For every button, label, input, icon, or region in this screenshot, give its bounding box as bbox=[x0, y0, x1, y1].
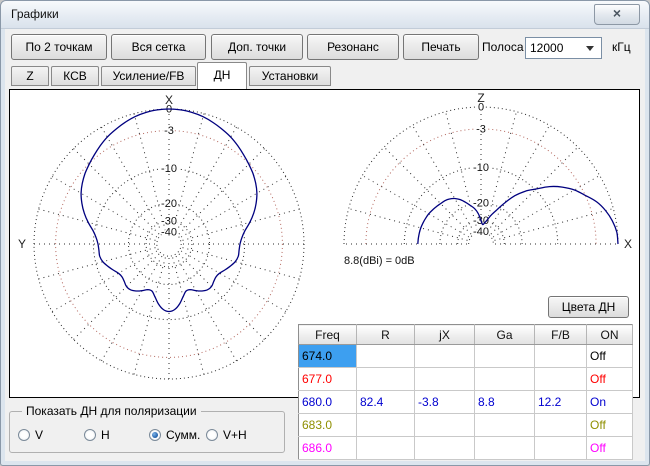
table-row[interactable]: 683.0 Off bbox=[299, 414, 633, 437]
cell-r[interactable] bbox=[357, 368, 415, 391]
tab-z[interactable]: Z bbox=[11, 66, 49, 86]
radio-v-plus-h[interactable]: V+H bbox=[206, 428, 247, 442]
cell-r[interactable] bbox=[357, 345, 415, 368]
radio-v[interactable]: V bbox=[18, 428, 43, 442]
col-fb: F/B bbox=[535, 325, 587, 345]
cell-ga[interactable] bbox=[475, 414, 535, 437]
chevron-down-icon[interactable] bbox=[586, 46, 594, 51]
cell-on[interactable]: Off bbox=[587, 414, 633, 437]
polarization-title: Показать ДН для поляризации bbox=[22, 404, 201, 418]
table-row[interactable]: 674.0 Off bbox=[299, 345, 633, 368]
cell-freq[interactable]: 674.0 bbox=[299, 345, 357, 368]
cell-jx[interactable] bbox=[415, 368, 475, 391]
cell-fb[interactable] bbox=[535, 368, 587, 391]
cell-on[interactable]: On bbox=[587, 391, 633, 414]
tab-pattern[interactable]: ДН bbox=[197, 62, 247, 89]
cell-freq[interactable]: 683.0 bbox=[299, 414, 357, 437]
title-bar[interactable]: Графики × bbox=[1, 1, 649, 29]
cell-r[interactable]: 82.4 bbox=[357, 391, 415, 414]
cell-freq[interactable]: 680.0 bbox=[299, 391, 357, 414]
cell-jx[interactable] bbox=[415, 414, 475, 437]
axis-label: Z bbox=[477, 91, 484, 105]
polarization-groupbox: Показать ДН для поляризации V H Сумм. V+… bbox=[9, 411, 285, 453]
table-header-row: Freq R jX Ga F/B ON bbox=[299, 325, 633, 345]
cell-freq[interactable]: 686.0 bbox=[299, 437, 357, 460]
cell-ga[interactable] bbox=[475, 345, 535, 368]
cell-ga[interactable] bbox=[475, 437, 535, 460]
col-jx: jX bbox=[415, 325, 475, 345]
band-label: Полоса bbox=[482, 40, 524, 54]
col-on: ON bbox=[587, 325, 633, 345]
table-row[interactable]: 680.0 82.4 -3.8 8.8 12.2 On bbox=[299, 391, 633, 414]
extra-points-button[interactable]: Доп. точки bbox=[211, 34, 303, 60]
pattern-colors-button[interactable]: Цвета ДН bbox=[548, 296, 629, 318]
whole-grid-button[interactable]: Вся сетка bbox=[111, 34, 206, 60]
cell-r[interactable] bbox=[357, 414, 415, 437]
polar-elevation-chart: 0-3-10-20-30-40ZX bbox=[344, 91, 632, 251]
cell-jx[interactable] bbox=[415, 437, 475, 460]
axis-label: Y bbox=[18, 237, 26, 251]
db-ring-label: -3 bbox=[164, 125, 174, 137]
band-value: 12000 bbox=[530, 41, 563, 55]
radio-circle-icon[interactable] bbox=[149, 429, 161, 441]
cell-jx[interactable]: -3.8 bbox=[415, 391, 475, 414]
band-unit-label: кГц bbox=[612, 40, 631, 54]
cell-fb[interactable] bbox=[535, 414, 587, 437]
db-ring-label: -10 bbox=[473, 162, 489, 174]
cell-on[interactable]: Off bbox=[587, 345, 633, 368]
polar-grid bbox=[34, 109, 304, 379]
by-2-points-button[interactable]: По 2 точкам bbox=[11, 34, 107, 60]
cell-ga[interactable]: 8.8 bbox=[475, 391, 535, 414]
cell-jx[interactable] bbox=[415, 345, 475, 368]
axis-label: X bbox=[624, 237, 632, 251]
radio-h[interactable]: H bbox=[84, 428, 110, 442]
cell-fb[interactable] bbox=[535, 345, 587, 368]
polar-azimuth-chart: 0-3-10-20-30-40XY bbox=[18, 93, 304, 379]
radio-v-plus-h-label: V+H bbox=[223, 428, 247, 442]
radio-v-label: V bbox=[35, 428, 43, 442]
radio-circle-icon[interactable] bbox=[84, 429, 96, 441]
band-combobox[interactable]: 12000 bbox=[525, 37, 602, 59]
tab-swr[interactable]: КСВ bbox=[51, 66, 99, 86]
radio-circle-icon[interactable] bbox=[18, 429, 30, 441]
reference-level-note: 8.8(dBi) = 0dB bbox=[344, 255, 415, 267]
db-ring-label: -20 bbox=[473, 197, 489, 209]
cell-freq[interactable]: 677.0 bbox=[299, 368, 357, 391]
cell-fb[interactable]: 12.2 bbox=[535, 391, 587, 414]
table-row[interactable]: 686.0 Off bbox=[299, 437, 633, 460]
cell-fb[interactable] bbox=[535, 437, 587, 460]
radio-h-label: H bbox=[101, 428, 110, 442]
db-ring-label: -40 bbox=[473, 226, 489, 238]
radio-circle-icon[interactable] bbox=[206, 429, 218, 441]
window-title: Графики bbox=[11, 7, 59, 21]
graphs-window: Графики × По 2 точкам Вся сетка Доп. точ… bbox=[0, 0, 650, 466]
resonance-button[interactable]: Резонанс bbox=[307, 34, 399, 60]
close-button[interactable]: × bbox=[594, 4, 640, 25]
radio-sum[interactable]: Сумм. bbox=[149, 428, 200, 442]
db-ring-label: -10 bbox=[161, 163, 177, 175]
radio-sum-label: Сумм. bbox=[166, 428, 200, 442]
cell-r[interactable] bbox=[357, 437, 415, 460]
col-freq: Freq bbox=[299, 325, 357, 345]
print-button[interactable]: Печать bbox=[403, 34, 479, 60]
cell-on[interactable]: Off bbox=[587, 437, 633, 460]
db-ring-label: -40 bbox=[161, 226, 177, 238]
cell-on[interactable]: Off bbox=[587, 368, 633, 391]
frequency-table: Freq R jX Ga F/B ON 674.0 Off 677.0 Off … bbox=[298, 324, 633, 460]
table-row[interactable]: 677.0 Off bbox=[299, 368, 633, 391]
cell-ga[interactable] bbox=[475, 368, 535, 391]
tab-settings[interactable]: Установки bbox=[249, 66, 331, 86]
db-ring-label: -3 bbox=[476, 123, 486, 135]
tab-gain-fb[interactable]: Усиление/FB bbox=[101, 66, 196, 86]
db-ring-label: -20 bbox=[161, 198, 177, 210]
axis-label: X bbox=[165, 93, 173, 107]
col-ga: Ga bbox=[475, 325, 535, 345]
col-r: R bbox=[357, 325, 415, 345]
